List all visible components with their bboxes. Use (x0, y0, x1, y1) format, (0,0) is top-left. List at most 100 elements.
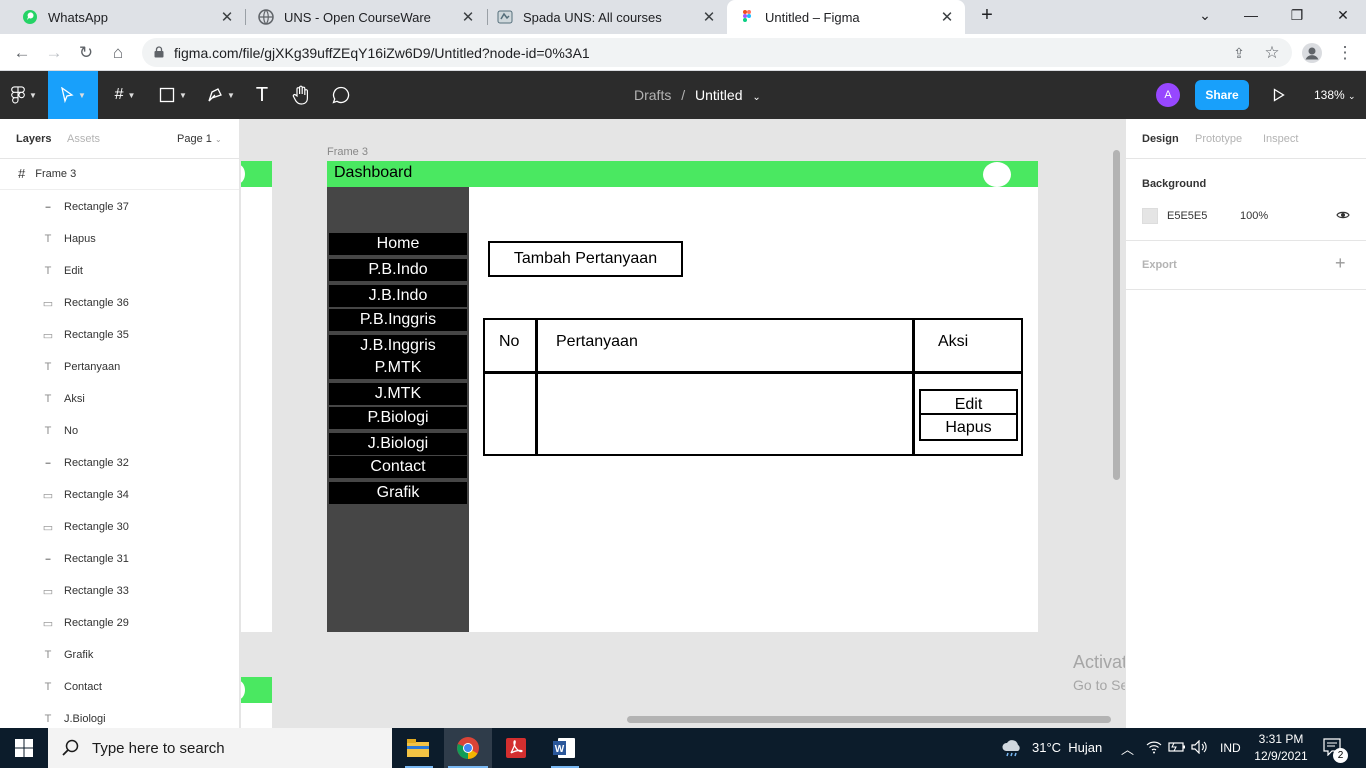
tab-assets[interactable]: Assets (67, 133, 100, 145)
network-icon[interactable] (1146, 740, 1162, 757)
weather-text[interactable]: 31°C Hujan (1032, 740, 1102, 755)
clock-date[interactable]: 12/9/2021 (1253, 749, 1309, 763)
background-swatch[interactable] (1142, 208, 1158, 224)
restore-icon[interactable]: ❐ (1274, 0, 1320, 30)
eye-icon[interactable] (1336, 210, 1350, 220)
pen-tool[interactable]: ▼ (200, 71, 242, 119)
close-tab-icon[interactable]: ✕ (699, 8, 719, 26)
figma-main-menu-icon[interactable]: ▼ (0, 71, 48, 119)
windows-start-icon[interactable] (0, 728, 48, 768)
text-tool[interactable]: T (248, 71, 276, 119)
export-add-button[interactable]: + (1335, 253, 1346, 274)
layer-item[interactable]: ▭ Rectangle 34 (0, 479, 239, 511)
tab-prototype[interactable]: Prototype (1195, 133, 1242, 145)
background-opacity[interactable]: 100% (1240, 210, 1268, 222)
hand-tool[interactable] (286, 71, 316, 119)
share-page-icon[interactable]: ⇪ (1226, 40, 1252, 66)
zoom-level[interactable]: 138% ⌄ (1314, 88, 1356, 102)
layer-item[interactable]: T Hapus (0, 223, 239, 255)
tab-figma[interactable]: Untitled – Figma ✕ (727, 0, 965, 34)
weather-icon[interactable] (1000, 738, 1024, 758)
menu-item[interactable]: P.MTK (329, 357, 467, 379)
menu-item[interactable]: P.B.Indo (329, 259, 467, 281)
layer-item[interactable]: ▭ Rectangle 29 (0, 607, 239, 639)
layer-item[interactable]: ━ Rectangle 37 (0, 191, 239, 223)
window-close-icon[interactable]: ✕ (1320, 0, 1366, 30)
layer-item[interactable]: ▭ Rectangle 35 (0, 319, 239, 351)
tab-spada[interactable]: Spada UNS: All courses ✕ (475, 0, 727, 34)
tab-inspect[interactable]: Inspect (1263, 133, 1298, 145)
layer-item[interactable]: ▭ Rectangle 36 (0, 287, 239, 319)
background-hex[interactable]: E5E5E5 (1167, 210, 1207, 222)
tab-design[interactable]: Design (1142, 133, 1179, 145)
layer-item[interactable]: ━ Rectangle 32 (0, 447, 239, 479)
new-tab-button[interactable]: + (964, 0, 1010, 30)
avatar[interactable]: A (1156, 83, 1180, 107)
layer-item[interactable]: T J.Biologi (0, 703, 239, 728)
menu-item[interactable]: Contact (329, 456, 467, 478)
add-question-button[interactable]: Tambah Pertanyaan (488, 241, 683, 277)
comment-tool[interactable] (326, 71, 356, 119)
shape-tool[interactable]: ▼ (152, 71, 194, 119)
zoom-value: 138% (1314, 88, 1345, 102)
layer-frame[interactable]: # Frame 3 (0, 158, 239, 190)
layer-item[interactable]: T Edit (0, 255, 239, 287)
home-icon[interactable]: ⌂ (105, 40, 131, 66)
frame-label[interactable]: Frame 3 (327, 146, 368, 158)
file-explorer-icon[interactable] (394, 728, 442, 768)
move-tool[interactable]: ▼ (48, 71, 98, 119)
share-button[interactable]: Share (1195, 80, 1249, 110)
close-tab-icon[interactable]: ✕ (937, 8, 957, 26)
close-tab-icon[interactable]: ✕ (217, 8, 237, 26)
acrobat-icon[interactable] (492, 728, 540, 768)
frame-tool[interactable]: # ▼ (104, 71, 146, 119)
file-name[interactable]: Untitled (695, 87, 742, 103)
tab-uns-ocw[interactable]: UNS - Open CourseWare ✕ (236, 0, 486, 34)
menu-item[interactable]: Home (329, 233, 467, 255)
edit-button[interactable]: Edit (921, 393, 1016, 415)
word-icon[interactable]: W (540, 728, 588, 768)
minimize-icon[interactable]: — (1228, 0, 1274, 30)
menu-item[interactable]: J.B.Indo (329, 285, 467, 307)
reload-icon[interactable]: ↻ (73, 40, 99, 66)
forward-icon[interactable]: → (41, 40, 67, 66)
menu-item[interactable]: P.B.Inggris (329, 309, 467, 331)
tab-search-icon[interactable]: ⌄ (1182, 0, 1228, 30)
delete-button[interactable]: Hapus (921, 416, 1016, 440)
menu-item[interactable]: P.Biologi (329, 407, 467, 429)
tab-layers[interactable]: Layers (16, 133, 51, 145)
menu-item[interactable]: J.MTK (329, 383, 467, 405)
volume-icon[interactable] (1191, 739, 1209, 759)
battery-icon[interactable] (1168, 740, 1186, 759)
vertical-scrollbar[interactable] (1113, 150, 1120, 480)
layer-item[interactable]: T Contact (0, 671, 239, 703)
header-question: Pertanyaan (556, 333, 638, 350)
chevron-down-icon[interactable]: ⌄ (752, 92, 760, 103)
breadcrumb-drafts[interactable]: Drafts (634, 87, 671, 103)
page-selector[interactable]: Page 1 ⌄ (177, 133, 222, 145)
clock-time[interactable]: 3:31 PM (1256, 732, 1306, 746)
layer-item[interactable]: T Pertanyaan (0, 351, 239, 383)
layer-name: Pertanyaan (64, 361, 121, 373)
layer-item[interactable]: ━ Rectangle 31 (0, 543, 239, 575)
present-icon[interactable] (1268, 71, 1290, 119)
taskbar-search[interactable]: Type here to search (48, 728, 392, 768)
bookmark-star-icon[interactable]: ☆ (1259, 40, 1285, 66)
language-indicator[interactable]: IND (1220, 741, 1241, 755)
browser-menu-icon[interactable]: ⋮ (1332, 40, 1358, 66)
tab-whatsapp[interactable]: WhatsApp ✕ (0, 0, 245, 34)
address-bar[interactable]: figma.com/file/gjXKg39uffZEqY16iZw6D9/Un… (142, 38, 1292, 67)
layer-item[interactable]: T Aksi (0, 383, 239, 415)
back-icon[interactable]: ← (9, 40, 35, 66)
layer-item[interactable]: ▭ Rectangle 30 (0, 511, 239, 543)
menu-item[interactable]: Grafik (329, 482, 467, 504)
layer-item[interactable]: T No (0, 415, 239, 447)
horizontal-scrollbar[interactable] (627, 716, 1111, 723)
chrome-icon[interactable] (444, 728, 492, 768)
layer-item[interactable]: T Grafik (0, 639, 239, 671)
menu-item[interactable]: J.Biologi (329, 433, 467, 455)
tray-chevron-icon[interactable]: ︿ (1121, 739, 1134, 758)
profile-icon[interactable] (1299, 40, 1325, 66)
layer-item[interactable]: ▭ Rectangle 33 (0, 575, 239, 607)
menu-item[interactable]: J.B.Inggris (329, 335, 467, 357)
